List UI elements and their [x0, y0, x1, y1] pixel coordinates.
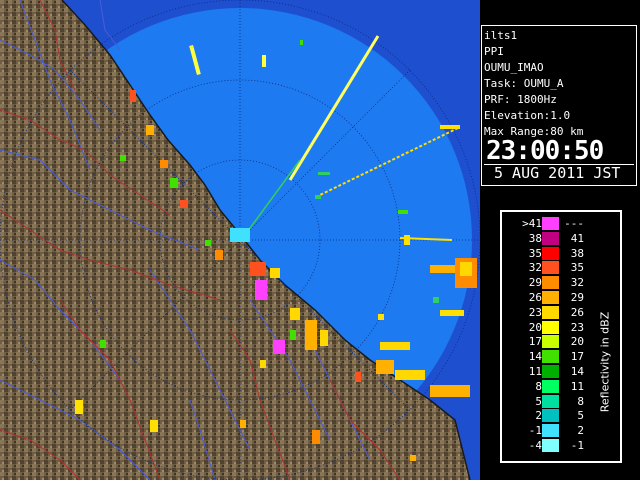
site-label: ilts1 [484, 29, 518, 42]
legend-row: 25 [502, 409, 602, 423]
legend-row: 14 17 [502, 350, 602, 364]
radar-name-label: OUMU_IMAO [484, 61, 544, 74]
legend-color-swatch [542, 335, 559, 349]
legend-row: 26 29 [502, 291, 602, 304]
legend-lower-value: 38 [528, 231, 542, 245]
legend-lower-value: 32 [528, 261, 542, 275]
legend-upper-value: -1 [570, 439, 584, 452]
legend-lower-value: 35 [528, 246, 542, 260]
legend-upper-value: 29 [570, 291, 584, 304]
legend-color-swatch [542, 231, 559, 245]
legend-row: 38 41 [502, 231, 602, 245]
legend-row: 23 26 [502, 305, 602, 319]
legend-upper-value: 14 [570, 365, 584, 378]
observation-date: 5 AUG 2011 JST [494, 164, 621, 182]
legend-row: -4 -1 [502, 439, 602, 452]
legend-color-swatch [542, 246, 559, 260]
legend-color-swatch [542, 320, 559, 334]
legend-upper-value: 38 [570, 246, 584, 260]
legend-unit-text: Reflectivity in dBZ [598, 311, 612, 413]
legend-row: 32 35 [502, 261, 602, 275]
legend-color-swatch [542, 424, 559, 438]
legend-color-swatch [542, 350, 559, 364]
legend-color-swatch [542, 439, 559, 452]
legend-color-swatch [542, 217, 559, 230]
task-label: Task: OUMU_A [484, 77, 564, 90]
reflectivity-legend: >41 --- 38 41 35 38 32 35 29 32 26 29 23 26 20 23 17 20 14… [500, 210, 622, 463]
legend-color-swatch [542, 305, 559, 319]
legend-lower-value: 17 [528, 335, 542, 349]
legend-upper-value: 17 [570, 350, 584, 364]
legend-row: >41 --- [502, 217, 602, 230]
legend-upper-value: 32 [570, 276, 584, 290]
legend-row: 29 32 [502, 276, 602, 290]
legend-color-swatch [542, 276, 559, 290]
legend-upper-value: 26 [570, 305, 584, 319]
legend-lower-value: 5 [535, 394, 542, 408]
legend-upper-value: 35 [570, 261, 584, 275]
legend-upper-value: 41 [570, 231, 584, 245]
legend-upper-value: 11 [570, 379, 584, 393]
legend-lower-value: 23 [528, 305, 542, 319]
legend-lower-value: 11 [528, 365, 542, 378]
legend-lower-value: 8 [535, 379, 542, 393]
legend-lower-value: 14 [528, 350, 542, 364]
elevation-label: Elevation:1.0 [484, 109, 571, 122]
radar-display-window: ilts1 PPI OUMU_IMAO Task: OUMU_A PRF: 18… [0, 0, 640, 480]
legend-upper-value: 5 [577, 409, 584, 423]
legend-color-swatch [542, 291, 559, 304]
legend-row: 17 20 [502, 335, 602, 349]
legend-lower-value: >41 [522, 217, 542, 230]
legend-lower-value: 26 [528, 291, 542, 304]
legend-color-swatch [542, 409, 559, 423]
legend-lower-value: -4 [528, 439, 542, 452]
legend-color-swatch [542, 365, 559, 378]
legend-row: 58 [502, 394, 602, 408]
radar-info-panel: ilts1 PPI OUMU_IMAO Task: OUMU_A PRF: 18… [481, 25, 637, 186]
legend-color-swatch [542, 261, 559, 275]
radar-ppi-map[interactable] [0, 0, 480, 480]
observation-time: 23:00:50 [486, 136, 604, 166]
legend-upper-value: --- [564, 217, 584, 230]
legend-row: -1 2 [502, 424, 602, 438]
prf-label: PRF: 1800Hz [484, 93, 557, 106]
legend-unit-label: Reflectivity in dBZ [598, 272, 612, 452]
legend-lower-value: 2 [535, 409, 542, 423]
legend-row: 35 38 [502, 246, 602, 260]
legend-lower-value: 29 [528, 276, 542, 290]
legend-color-swatch [542, 394, 559, 408]
legend-upper-value: 23 [570, 320, 584, 334]
legend-row: 20 23 [502, 320, 602, 334]
legend-lower-value: 20 [528, 320, 542, 334]
legend-upper-value: 8 [577, 394, 584, 408]
legend-color-swatch [542, 379, 559, 393]
legend-upper-value: 2 [577, 424, 584, 438]
legend-row: 8 11 [502, 379, 602, 393]
legend-upper-value: 20 [570, 335, 584, 349]
scan-mode-label: PPI [484, 45, 504, 58]
legend-row: 11 14 [502, 365, 602, 378]
legend-lower-value: -1 [528, 424, 542, 438]
